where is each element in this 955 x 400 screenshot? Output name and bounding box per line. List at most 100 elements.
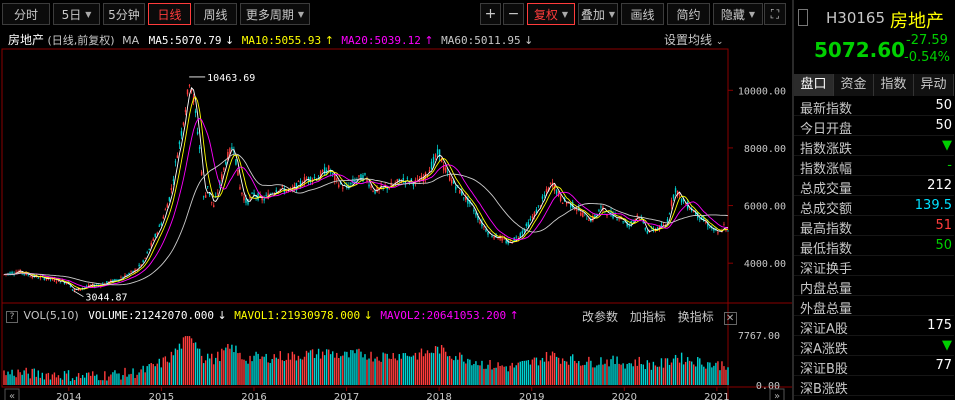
volume-bar [451,358,453,385]
candle-body [618,218,620,220]
quote-row-label: 最高指数 [800,222,853,237]
zoom-in-button[interactable]: + [480,3,501,25]
volume-bar [489,359,491,385]
volume-bar [245,360,247,385]
tool-button-3[interactable]: 简约 [667,3,710,25]
volume-bar [59,378,62,385]
candle-body [672,194,675,199]
candle-body [485,229,487,232]
candle-body [154,234,156,238]
volume-bar [178,343,181,385]
help-icon[interactable]: ? [6,311,18,323]
volume-bar [334,357,336,385]
period-button-1[interactable]: 5日 ▼ [53,3,100,25]
tool-button-4[interactable]: 隐藏 ▼ [713,3,763,25]
tool-button-2[interactable]: 画线 [621,3,664,25]
volume-bar [190,338,193,385]
period-button-label: 分时 [13,7,38,22]
volume-bar [150,362,152,385]
quote-row-value: 212 [927,178,952,193]
volume-bar [707,362,709,385]
candle-body [239,186,241,190]
volume-bar [277,358,279,385]
candle-body [473,209,475,212]
volume-bar [57,375,60,385]
candle-body [483,226,485,228]
volume-bar [701,364,703,385]
candle-body [79,289,82,291]
period-button-2[interactable]: 5分钟 [103,3,145,25]
switch-indicator-button[interactable]: 换指标 [678,310,714,324]
volume-bar [332,351,334,385]
volume-bar [543,361,546,385]
volume-bar [656,366,659,385]
volume-bar [5,375,7,385]
back-icon[interactable] [798,9,808,26]
fullscreen-icon[interactable]: ⛶ [764,3,786,25]
volume-bar [444,351,447,385]
tool-button-0[interactable]: 复权 ▼ [527,3,575,25]
quote-row-label: 最低指数 [800,242,853,257]
volume-bar [134,378,136,385]
candle-body [261,197,263,201]
volume-bar [572,354,574,385]
volume-bar [537,365,540,385]
quote-tab-2[interactable]: 指数 [874,74,914,96]
candlestick-chart[interactable]: 10000.008000.006000.004000.007767.000.00… [0,27,792,400]
candle-body [491,236,493,238]
candle-body [463,197,465,199]
period-button-0[interactable]: 分时 [2,3,50,25]
volume-bar [539,360,542,385]
volume-bar [327,349,330,385]
volume-bar [281,360,284,385]
volume-bar [448,355,451,385]
volume-bar [479,365,481,385]
volume-bar [380,361,382,385]
add-indicator-button[interactable]: 加指标 [630,310,666,324]
candle-body [114,278,116,281]
quote-row-value: 50 [935,238,952,253]
candle-body [622,221,624,223]
tool-button-label: 叠加 [580,7,605,22]
last-price: 5072.60 [814,38,906,62]
volume-bar [392,352,394,385]
quote-tab-3[interactable]: 异动 [914,74,954,96]
volume-bar [664,358,667,385]
volume-bar [180,348,183,385]
volume-bar [521,360,523,385]
volume-bar [612,355,614,385]
volume-bar [430,352,433,385]
candle-body [243,196,245,201]
quote-row-label: 深B涨跌 [800,382,848,397]
volume-bar [569,356,572,385]
time-tick-label: 2021 [704,392,729,400]
candle-body [59,282,62,284]
candle-body [580,212,582,216]
volume-bar [112,372,114,385]
volume-bar [61,379,64,385]
volume-bar [686,357,689,385]
period-button-5[interactable]: 更多周期 ▼ [240,3,310,25]
volume-bar [638,356,640,385]
tool-button-1[interactable]: 叠加 ▼ [578,3,618,25]
volume-bar [217,351,219,385]
volume-bar [432,353,435,385]
candle-body [451,179,453,184]
volume-bar [122,375,124,385]
volume-bar [467,358,469,385]
zoom-out-button[interactable]: − [503,3,524,25]
period-button-4[interactable]: 周线 [194,3,237,25]
candle-body [150,242,152,246]
volume-bar [305,350,308,385]
volume-bar [622,363,624,385]
close-icon[interactable]: ✕ [723,312,737,325]
change-params-button[interactable]: 改参数 [582,310,618,324]
volume-bar [315,354,318,385]
candle-body [586,218,588,220]
period-button-3[interactable]: 日线 [148,3,191,25]
candle-body [23,273,25,275]
quote-tab-1[interactable]: 资金 [834,74,874,96]
volume-bar [128,374,130,385]
quote-tab-0[interactable]: 盘口 [794,74,834,96]
volume-bar [574,360,576,385]
